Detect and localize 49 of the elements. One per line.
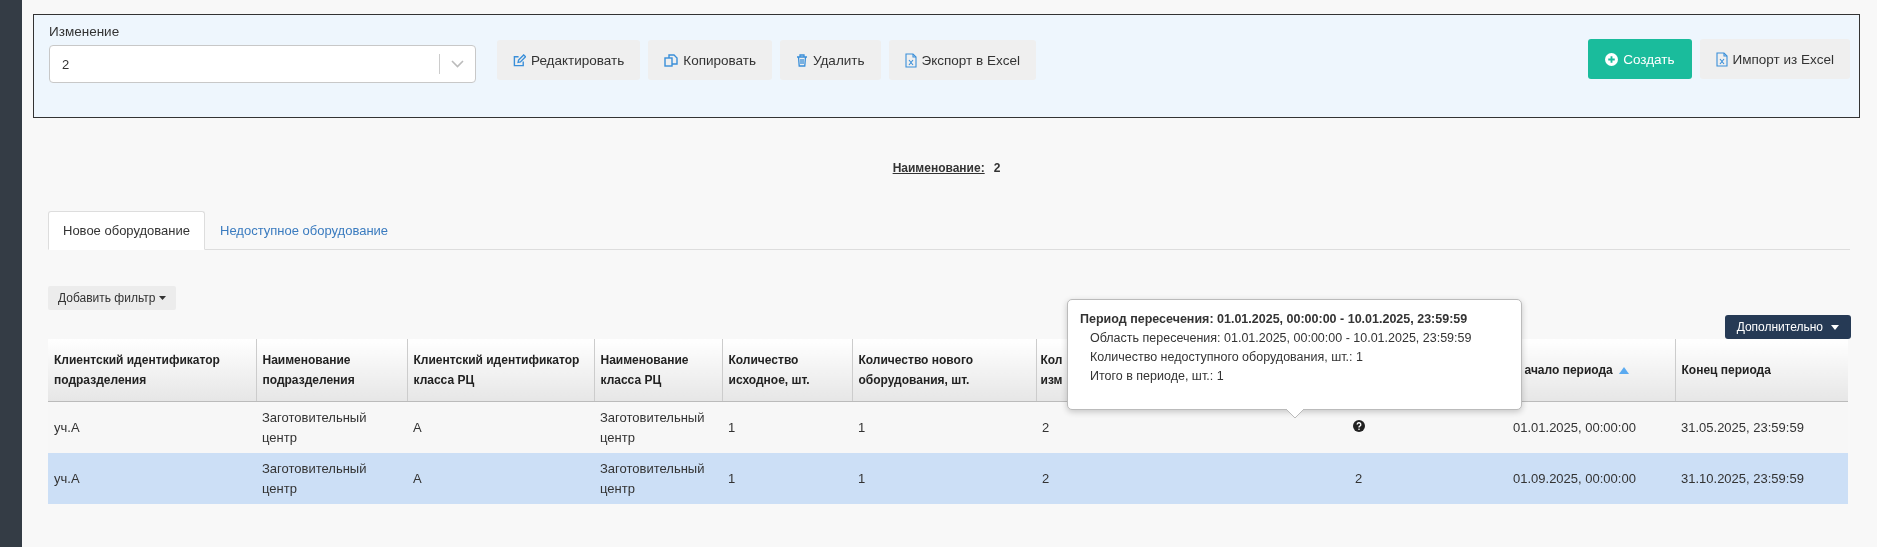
tooltip-line: Область пересечения: 01.01.2025, 00:00:00 - 10.01.2025, 23:59:59 (1089, 330, 1473, 347)
copy-button[interactable]: Копировать (648, 40, 772, 80)
table-cell: 2 (1042, 419, 1050, 435)
caret-icon (159, 296, 167, 300)
trash-icon (795, 53, 808, 67)
table-cell: 1 (728, 419, 736, 435)
help-icon[interactable] (1352, 419, 1365, 432)
table-row[interactable]: уч.А Заготовительный центр А Заготовительный центр 1 1 2 01.01.2025, 00:00:00 31.05.2025, 23:59:59 (48, 401, 1848, 453)
table-cell: Заготовительный центр (262, 409, 367, 445)
edit-button[interactable]: Редактировать (497, 40, 641, 80)
table-cell: 31.10.2025, 23:59:59 (1681, 470, 1804, 486)
table-row[interactable]: уч.А Заготовительный центр А Заготовительный центр 1 1 2 2 01.09.2025, 00:00:00 31.10.2025, 23:59:59 (48, 453, 1848, 504)
table-cell: Заготовительный центр (262, 460, 367, 496)
table-cell: уч.А (54, 470, 80, 486)
tooltip-line: Количество недоступного оборудования, шт.: 1 (1089, 349, 1364, 366)
plus-circle-icon (1605, 52, 1619, 66)
more-button[interactable]: Дополнительно (1724, 315, 1851, 339)
table-cell: 01.01.2025, 00:00:00 (1513, 419, 1636, 435)
excel-button[interactable]: Экспорт в Excel (888, 40, 1036, 80)
table-cell: А (413, 419, 422, 435)
spreadsheet-file-icon (1715, 51, 1728, 67)
table-cell: 2 (1042, 470, 1050, 486)
select-field[interactable]: 2 (49, 45, 476, 83)
chevron-down-icon (451, 60, 464, 68)
table-cell: 31.05.2025, 23:59:59 (1681, 419, 1804, 435)
import-button[interactable]: Импорт из Excel (1699, 39, 1850, 79)
copy-icon (664, 53, 679, 67)
table-cell: Заготовительный центр (600, 460, 705, 496)
table-cell: А (413, 470, 422, 486)
column-header[interactable]: ачало периода (1524, 363, 1613, 377)
table-cell: 01.09.2025, 00:00:00 (1513, 470, 1636, 486)
edit-icon (513, 53, 526, 67)
tab[interactable]: Недоступное оборудование (205, 211, 404, 250)
field-label: Изменение (49, 24, 121, 39)
table-cell: 1 (858, 419, 866, 435)
table-cell: 2 (1354, 470, 1363, 486)
add-filter-button[interactable]: Добавить фильтр (48, 286, 177, 310)
tooltip-title: Период пересечения: 01.01.2025, 00:00:00 - 10.01.2025, 23:59:59 (1080, 311, 1469, 328)
table-cell: 1 (858, 470, 866, 486)
spreadsheet-file-icon (904, 52, 917, 68)
delete-button[interactable]: Удалить (779, 40, 881, 80)
table-cell: 1 (728, 470, 736, 486)
tooltip-line: Итого в периоде, шт.: 1 (1089, 368, 1225, 385)
table-cell: Заготовительный центр (600, 409, 705, 445)
table-cell: уч.А (54, 419, 80, 435)
name-label: Наименование: (892, 161, 985, 175)
name-value: 2 (993, 161, 1001, 175)
caret-icon (1831, 324, 1839, 330)
tab[interactable]: Новое оборудование (48, 211, 205, 250)
